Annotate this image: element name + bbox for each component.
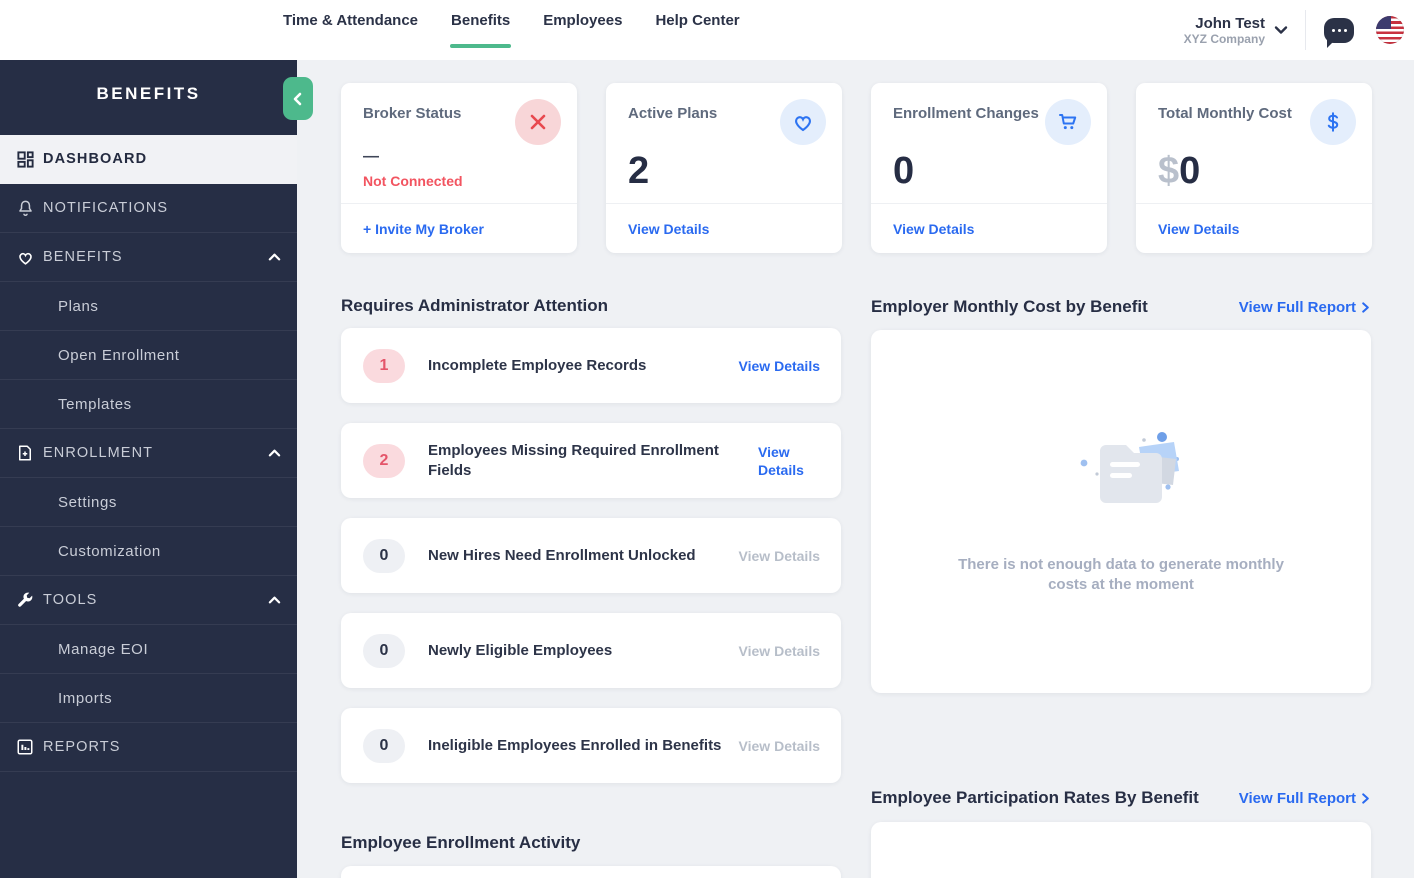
broker-status-text: Not Connected	[363, 173, 463, 189]
sidebar-item-open-enrollment[interactable]: Open Enrollment	[0, 331, 297, 380]
count-badge: 0	[363, 633, 405, 668]
user-name: John Test	[1195, 14, 1265, 32]
attention-row: 2 Employees Missing Required Enrollment …	[341, 423, 841, 498]
count-badge: 1	[363, 348, 405, 383]
chevron-up-icon[interactable]	[268, 251, 281, 264]
active-plans-card: Active Plans 2 View Details	[606, 83, 842, 253]
chevron-left-icon	[293, 92, 302, 105]
x-circle-icon	[515, 99, 561, 145]
view-details-link[interactable]: View Details	[739, 738, 820, 754]
count-badge: 0	[363, 728, 405, 763]
total-monthly-cost-value: $0	[1158, 150, 1201, 192]
broker-value: —	[363, 148, 379, 165]
card-title: Active Plans	[628, 105, 718, 122]
participation-section: Employee Participation Rates By Benefit …	[871, 787, 1371, 878]
attention-row: 1 Incomplete Employee Records View Detai…	[341, 328, 841, 403]
invite-broker-link[interactable]: + Invite My Broker	[363, 221, 484, 237]
view-full-report-link[interactable]: View Full Report	[1239, 299, 1371, 316]
bar-chart-icon	[13, 738, 37, 756]
total-monthly-cost-card: Total Monthly Cost $0 View Details	[1136, 83, 1372, 253]
view-details-link[interactable]: View Details	[739, 358, 820, 374]
empty-state-message: There is not enough data to generate mon…	[958, 555, 1284, 593]
dollar-icon	[1310, 99, 1356, 145]
main-content: Broker Status — Not Connected + Invite M…	[297, 60, 1414, 878]
view-details-link[interactable]: View Details	[739, 548, 820, 564]
activity-heading: Employee Enrollment Activity	[341, 833, 581, 852]
sidebar-item-customization[interactable]: Customization	[0, 527, 297, 576]
sidebar-collapse-button[interactable]	[283, 77, 313, 120]
nav-benefits[interactable]: Benefits	[450, 12, 512, 48]
cart-icon	[1045, 99, 1091, 145]
sidebar-item-notifications[interactable]: NOTIFICATIONS	[0, 184, 297, 233]
active-plans-value: 2	[628, 150, 650, 192]
enrollment-activity-card	[341, 866, 841, 878]
view-details-link[interactable]: View Details	[739, 643, 820, 659]
chevron-up-icon[interactable]	[268, 594, 281, 607]
heart-icon	[780, 99, 826, 145]
attention-row: 0 Ineligible Employees Enrolled in Benef…	[341, 708, 841, 783]
empty-folder-illustration	[1080, 431, 1179, 503]
sidebar-item-settings[interactable]: Settings	[0, 478, 297, 527]
sidebar-item-manage-eoi[interactable]: Manage EOI	[0, 625, 297, 674]
header-divider	[1305, 10, 1306, 50]
count-badge: 0	[363, 538, 405, 573]
heart-icon	[13, 248, 37, 267]
chat-icon[interactable]	[1324, 17, 1354, 48]
sidebar-item-reports[interactable]: REPORTS	[0, 723, 297, 772]
view-details-link[interactable]: View Details	[628, 221, 709, 237]
enrollment-activity-section: Employee Enrollment Activity	[341, 833, 841, 878]
attention-section: Requires Administrator Attention 1 Incom…	[341, 296, 841, 878]
sidebar-title: BENEFITS	[96, 84, 201, 103]
cost-report-card: There is not enough data to generate mon…	[871, 330, 1371, 693]
sidebar-item-tools[interactable]: TOOLS	[0, 576, 297, 625]
card-title: Broker Status	[363, 105, 462, 122]
bell-icon	[13, 199, 37, 218]
cost-report-heading: Employer Monthly Cost by Benefit	[871, 297, 1148, 316]
language-flag-icon[interactable]	[1376, 16, 1404, 44]
sidebar: BENEFITS DASHBOARD NOTIFICATIONS BENEFIT…	[0, 60, 313, 878]
reports-column: Employer Monthly Cost by Benefit View Fu…	[871, 296, 1371, 878]
stats-row: Broker Status — Not Connected + Invite M…	[341, 83, 1372, 253]
sidebar-item-imports[interactable]: Imports	[0, 674, 297, 723]
document-plus-icon	[13, 444, 37, 462]
primary-nav: Time & Attendance Benefits Employees Hel…	[282, 12, 741, 48]
nav-help-center[interactable]: Help Center	[654, 12, 740, 32]
chevron-right-icon	[1362, 792, 1369, 804]
attention-heading: Requires Administrator Attention	[341, 296, 608, 315]
sidebar-item-dashboard[interactable]: DASHBOARD	[0, 135, 297, 184]
sidebar-item-plans[interactable]: Plans	[0, 282, 297, 331]
attention-row: 0 New Hires Need Enrollment Unlocked Vie…	[341, 518, 841, 593]
nav-time-attendance[interactable]: Time & Attendance	[282, 12, 419, 32]
dashboard-grid-icon	[13, 150, 37, 169]
chevron-down-icon[interactable]	[1273, 22, 1289, 38]
view-full-report-link[interactable]: View Full Report	[1239, 790, 1371, 807]
view-details-link[interactable]: View Details	[758, 443, 820, 479]
view-details-link[interactable]: View Details	[893, 221, 974, 237]
broker-status-card: Broker Status — Not Connected + Invite M…	[341, 83, 577, 253]
card-title: Total Monthly Cost	[1158, 105, 1292, 122]
user-company: XYZ Company	[1183, 31, 1265, 46]
nav-employees[interactable]: Employees	[542, 12, 623, 32]
card-title: Enrollment Changes	[893, 105, 1039, 122]
sidebar-item-benefits[interactable]: BENEFITS	[0, 233, 297, 282]
chevron-up-icon[interactable]	[268, 447, 281, 460]
sidebar-item-templates[interactable]: Templates	[0, 380, 297, 429]
attention-row: 0 Newly Eligible Employees View Details	[341, 613, 841, 688]
view-details-link[interactable]: View Details	[1158, 221, 1239, 237]
wrench-icon	[13, 591, 37, 609]
enrollment-changes-card: Enrollment Changes 0 View Details	[871, 83, 1107, 253]
sidebar-item-enrollment[interactable]: ENROLLMENT	[0, 429, 297, 478]
participation-card	[871, 822, 1371, 878]
count-badge: 2	[363, 443, 405, 478]
enrollment-changes-value: 0	[893, 150, 915, 192]
chevron-right-icon	[1362, 301, 1369, 313]
participation-heading: Employee Participation Rates By Benefit	[871, 788, 1199, 807]
user-menu[interactable]: John Test XYZ Company	[1184, 15, 1265, 46]
top-header: Time & Attendance Benefits Employees Hel…	[0, 0, 1414, 60]
